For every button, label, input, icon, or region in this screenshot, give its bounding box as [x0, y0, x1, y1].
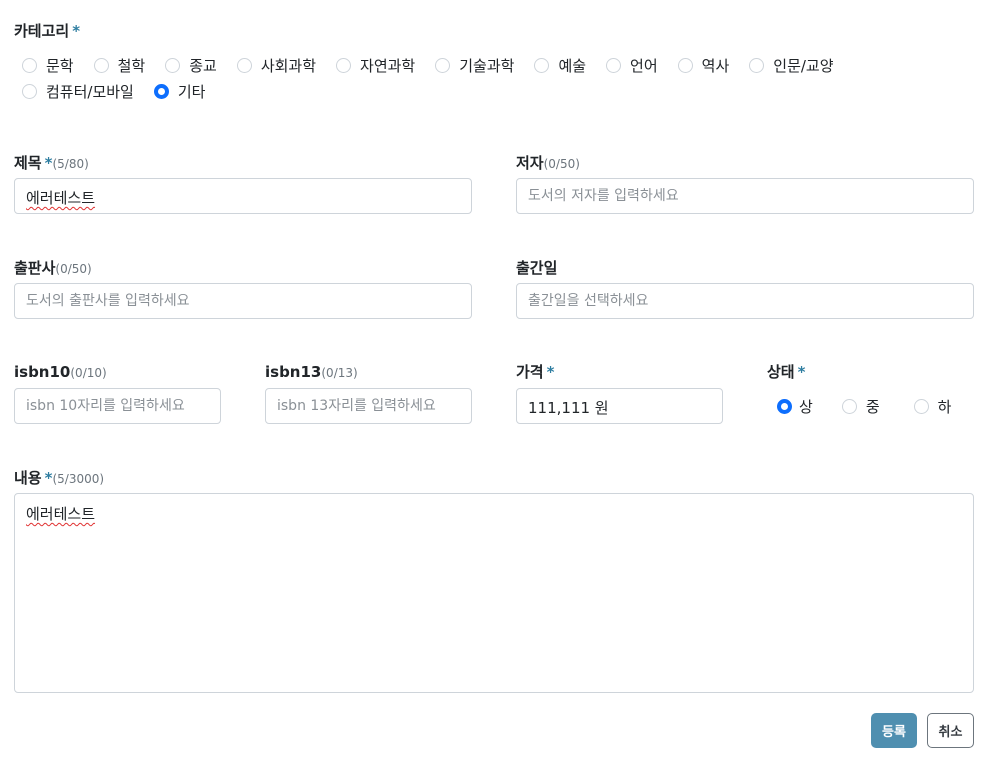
radio-button[interactable]: [336, 58, 352, 73]
radio-button-checked[interactable]: [153, 84, 169, 99]
radio-button[interactable]: [236, 58, 252, 73]
radio-button[interactable]: [749, 58, 765, 73]
isbn13-input[interactable]: [265, 388, 472, 424]
radio-button[interactable]: [606, 58, 622, 73]
author-label: 저자(0/50): [516, 154, 580, 172]
category-option-religion[interactable]: 종교: [165, 55, 217, 76]
radio-button[interactable]: [22, 84, 37, 99]
category-option-literature[interactable]: 문학: [22, 55, 74, 76]
category-radio-row-2: 컴퓨터/모바일 기타: [22, 81, 225, 102]
radio-button[interactable]: [93, 58, 109, 73]
category-option-social-science[interactable]: 사회과학: [236, 55, 316, 76]
radio-button[interactable]: [22, 58, 37, 73]
category-option-natural-science[interactable]: 자연과학: [336, 55, 415, 76]
category-option-technology[interactable]: 기술과학: [435, 55, 514, 76]
isbn10-label: isbn10(0/10): [14, 363, 107, 381]
radio-button[interactable]: [435, 58, 451, 73]
price-input[interactable]: 111,111 원: [516, 388, 723, 424]
isbn13-label: isbn13(0/13): [265, 363, 358, 381]
pub-date-input[interactable]: [516, 283, 974, 319]
radio-button[interactable]: [534, 58, 550, 73]
radio-button[interactable]: [165, 58, 181, 73]
condition-option-mid[interactable]: 중: [841, 396, 880, 417]
content-label: 내용 *(5/3000): [14, 469, 105, 487]
category-option-history[interactable]: 역사: [677, 55, 729, 76]
category-label: 카테고리 *: [14, 22, 81, 40]
pub-date-label: 출간일: [516, 259, 558, 277]
condition-label: 상태 *: [767, 363, 806, 381]
content-textarea[interactable]: 에러테스트: [14, 493, 974, 693]
category-option-computer-mobile[interactable]: 컴퓨터/모바일: [22, 81, 134, 102]
category-option-philosophy[interactable]: 철학: [93, 55, 145, 76]
radio-button[interactable]: [913, 399, 929, 414]
radio-button[interactable]: [677, 58, 693, 73]
condition-radio-row: 상 중 하: [777, 396, 971, 417]
price-label: 가격 *: [516, 363, 555, 381]
radio-button-checked[interactable]: [777, 399, 792, 414]
isbn10-input[interactable]: [14, 388, 221, 424]
title-label: 제목 *(5/80): [14, 154, 89, 172]
condition-option-high[interactable]: 상: [777, 396, 813, 417]
author-input[interactable]: [516, 178, 974, 214]
publisher-input[interactable]: [14, 283, 472, 319]
title-input[interactable]: 에러테스트: [14, 178, 472, 214]
category-option-humanities[interactable]: 인문/교양: [749, 55, 834, 76]
radio-button[interactable]: [841, 399, 857, 414]
submit-button[interactable]: 등록: [871, 713, 917, 748]
category-option-language[interactable]: 언어: [606, 55, 658, 76]
condition-option-low[interactable]: 하: [913, 396, 951, 417]
category-option-etc[interactable]: 기타: [153, 81, 205, 102]
category-radio-row-1: 문학 철학 종교 사회과학 자연과학 기술과학 예술 언어 역사 인문/교양: [22, 55, 854, 76]
category-option-art[interactable]: 예술: [534, 55, 586, 76]
cancel-button[interactable]: 취소: [927, 713, 974, 748]
publisher-label: 출판사(0/50): [14, 259, 92, 277]
